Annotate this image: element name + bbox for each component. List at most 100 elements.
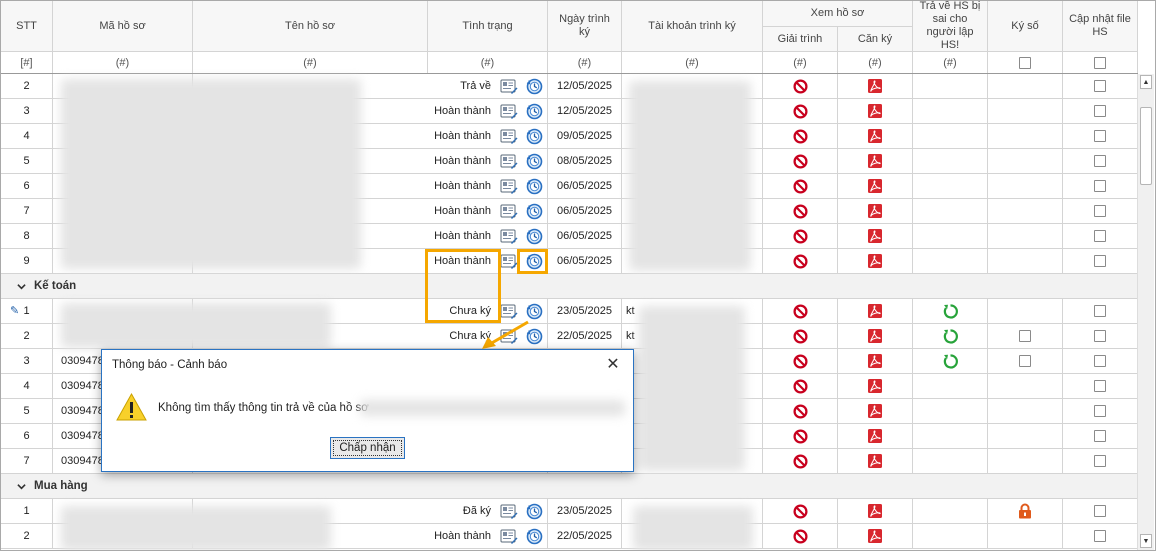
edit-document-icon[interactable] bbox=[500, 304, 518, 319]
chevron-down-icon[interactable] bbox=[17, 282, 26, 291]
pdf-icon[interactable] bbox=[867, 453, 883, 469]
cap-nhat-checkbox[interactable] bbox=[1094, 205, 1106, 217]
cap-nhat-checkbox[interactable] bbox=[1094, 305, 1106, 317]
header-ma-ho-so[interactable]: Mã hồ sơ bbox=[53, 1, 193, 52]
pdf-icon[interactable] bbox=[867, 353, 883, 369]
forbidden-icon[interactable] bbox=[792, 428, 808, 444]
scroll-up-arrow[interactable]: ▲ bbox=[1140, 75, 1152, 89]
forbidden-icon[interactable] bbox=[792, 153, 808, 169]
cap-nhat-checkbox[interactable] bbox=[1094, 380, 1106, 392]
edit-document-icon[interactable] bbox=[500, 204, 518, 219]
filter-cell[interactable]: (#) bbox=[193, 52, 428, 74]
edit-document-icon[interactable] bbox=[500, 504, 518, 519]
pdf-icon[interactable] bbox=[867, 303, 883, 319]
header-can-ky[interactable]: Căn ký bbox=[838, 27, 913, 52]
cap-nhat-checkbox[interactable] bbox=[1094, 405, 1106, 417]
header-stt[interactable]: STT bbox=[1, 1, 53, 52]
edit-document-icon[interactable] bbox=[500, 129, 518, 144]
close-icon[interactable]: ✕ bbox=[605, 356, 621, 373]
revert-icon[interactable] bbox=[942, 353, 959, 370]
history-icon[interactable] bbox=[526, 78, 543, 95]
scroll-thumb[interactable] bbox=[1140, 107, 1152, 185]
forbidden-icon[interactable] bbox=[792, 203, 808, 219]
select-all-checkbox[interactable] bbox=[1019, 56, 1031, 69]
revert-icon[interactable] bbox=[942, 328, 959, 345]
forbidden-icon[interactable] bbox=[792, 253, 808, 269]
vertical-scrollbar[interactable]: ▲ ▼ bbox=[1137, 74, 1154, 550]
header-cap-nhat[interactable]: Cập nhật file HS bbox=[1063, 1, 1138, 52]
filter-cell[interactable]: [#] bbox=[1, 52, 53, 74]
edit-document-icon[interactable] bbox=[500, 229, 518, 244]
cap-nhat-checkbox[interactable] bbox=[1094, 455, 1106, 467]
select-all-checkbox[interactable] bbox=[1094, 56, 1106, 69]
forbidden-icon[interactable] bbox=[792, 403, 808, 419]
cap-nhat-checkbox[interactable] bbox=[1094, 430, 1106, 442]
history-icon[interactable] bbox=[526, 528, 543, 545]
edit-document-icon[interactable] bbox=[500, 179, 518, 194]
history-icon[interactable] bbox=[526, 228, 543, 245]
forbidden-icon[interactable] bbox=[792, 353, 808, 369]
pdf-icon[interactable] bbox=[867, 503, 883, 519]
pdf-icon[interactable] bbox=[867, 228, 883, 244]
history-icon[interactable] bbox=[526, 178, 543, 195]
filter-cell[interactable] bbox=[1063, 52, 1138, 74]
cap-nhat-checkbox[interactable] bbox=[1094, 230, 1106, 242]
history-icon[interactable] bbox=[526, 203, 543, 220]
forbidden-icon[interactable] bbox=[792, 453, 808, 469]
cap-nhat-checkbox[interactable] bbox=[1094, 330, 1106, 342]
cap-nhat-checkbox[interactable] bbox=[1094, 530, 1106, 542]
forbidden-icon[interactable] bbox=[792, 128, 808, 144]
pdf-icon[interactable] bbox=[867, 428, 883, 444]
group-mua-hang[interactable]: Mua hàng bbox=[1, 474, 1138, 499]
pdf-icon[interactable] bbox=[867, 128, 883, 144]
pdf-icon[interactable] bbox=[867, 253, 883, 269]
pdf-icon[interactable] bbox=[867, 378, 883, 394]
edit-document-icon[interactable] bbox=[500, 154, 518, 169]
forbidden-icon[interactable] bbox=[792, 78, 808, 94]
forbidden-icon[interactable] bbox=[792, 378, 808, 394]
cap-nhat-checkbox[interactable] bbox=[1094, 105, 1106, 117]
header-ten-ho-so[interactable]: Tên hồ sơ bbox=[193, 1, 428, 52]
filter-cell[interactable]: (#) bbox=[622, 52, 763, 74]
forbidden-icon[interactable] bbox=[792, 228, 808, 244]
cap-nhat-checkbox[interactable] bbox=[1094, 80, 1106, 92]
cap-nhat-checkbox[interactable] bbox=[1094, 130, 1106, 142]
cap-nhat-checkbox[interactable] bbox=[1094, 505, 1106, 517]
cap-nhat-checkbox[interactable] bbox=[1094, 355, 1106, 367]
forbidden-icon[interactable] bbox=[792, 303, 808, 319]
forbidden-icon[interactable] bbox=[792, 503, 808, 519]
header-tinh-trang[interactable]: Tình trạng bbox=[428, 1, 548, 52]
header-tra-ve[interactable]: Trả về HS bị sai cho người lập HS! bbox=[913, 1, 988, 52]
filter-cell[interactable]: (#) bbox=[548, 52, 622, 74]
history-icon[interactable] bbox=[526, 128, 543, 145]
ok-button[interactable]: Chấp nhận bbox=[330, 437, 405, 459]
history-icon[interactable] bbox=[526, 103, 543, 120]
filter-cell[interactable]: (#) bbox=[838, 52, 913, 74]
edit-document-icon[interactable] bbox=[500, 79, 518, 94]
filter-cell[interactable]: (#) bbox=[53, 52, 193, 74]
ky-so-checkbox[interactable] bbox=[1019, 330, 1031, 342]
filter-cell[interactable] bbox=[988, 52, 1063, 74]
scroll-down-arrow[interactable]: ▼ bbox=[1140, 534, 1152, 548]
pdf-icon[interactable] bbox=[867, 153, 883, 169]
pdf-icon[interactable] bbox=[867, 178, 883, 194]
filter-cell[interactable]: (#) bbox=[428, 52, 548, 74]
chevron-down-icon[interactable] bbox=[17, 482, 26, 491]
ky-so-checkbox[interactable] bbox=[1019, 355, 1031, 367]
history-icon[interactable] bbox=[526, 153, 543, 170]
pdf-icon[interactable] bbox=[867, 403, 883, 419]
group-ke-toan[interactable]: Kế toán bbox=[1, 274, 1138, 299]
edit-document-icon[interactable] bbox=[500, 254, 518, 269]
edit-document-icon[interactable] bbox=[500, 104, 518, 119]
edit-document-icon[interactable] bbox=[500, 529, 518, 544]
history-icon[interactable] bbox=[526, 503, 543, 520]
forbidden-icon[interactable] bbox=[792, 528, 808, 544]
filter-cell[interactable]: (#) bbox=[913, 52, 988, 74]
revert-icon[interactable] bbox=[942, 303, 959, 320]
pdf-icon[interactable] bbox=[867, 203, 883, 219]
cap-nhat-checkbox[interactable] bbox=[1094, 255, 1106, 267]
filter-cell[interactable]: (#) bbox=[763, 52, 838, 74]
forbidden-icon[interactable] bbox=[792, 178, 808, 194]
header-tai-khoan[interactable]: Tài khoản trình ký bbox=[622, 1, 763, 52]
pdf-icon[interactable] bbox=[867, 328, 883, 344]
